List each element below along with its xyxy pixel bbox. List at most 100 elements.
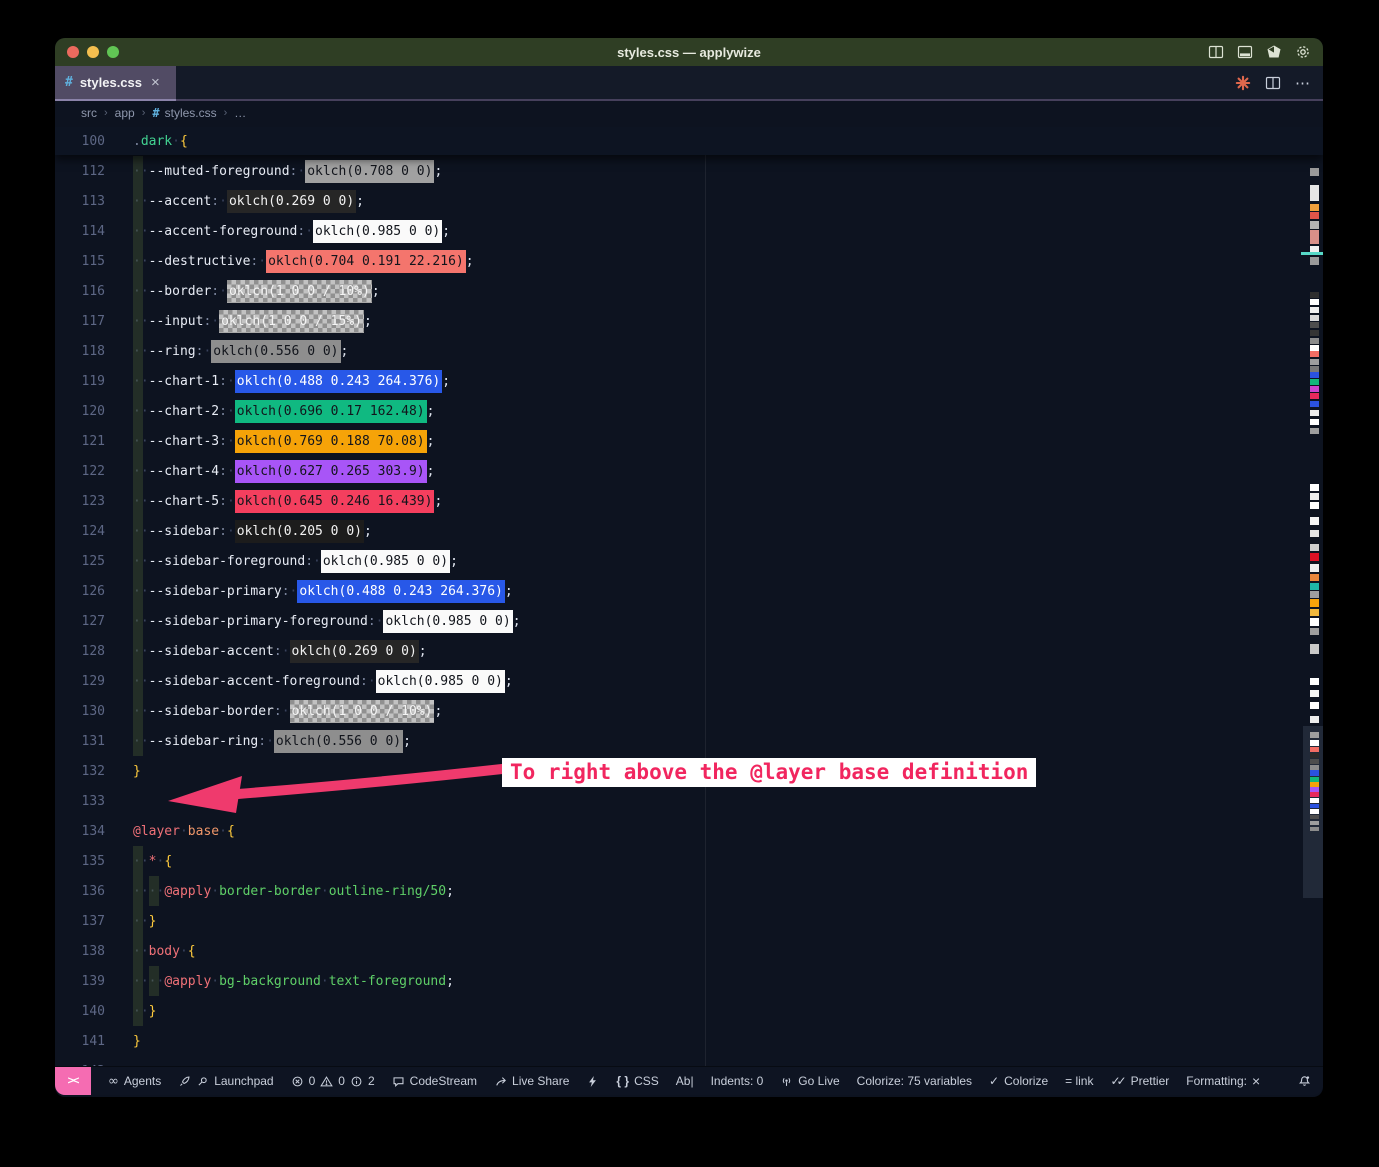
line-number[interactable]: 123 — [55, 494, 105, 509]
line-number[interactable]: 114 — [55, 224, 105, 239]
remote-indicator[interactable]: >< — [55, 1067, 91, 1095]
line-number[interactable]: 127 — [55, 614, 105, 629]
code-line[interactable]: 119··--chart-1:·oklch(0.488 0.243 264.37… — [55, 366, 1323, 396]
status-item-formatting[interactable]: Formatting:× — [1186, 1073, 1260, 1089]
line-number[interactable]: 136 — [55, 884, 105, 899]
color-decoration-chip[interactable]: oklch(0.556 0 0) — [211, 340, 340, 363]
status-item-notifications[interactable] — [1298, 1075, 1311, 1088]
status-item-console-ninja[interactable] — [586, 1075, 599, 1088]
line-number[interactable]: 118 — [55, 344, 105, 359]
code-line[interactable]: 137··} — [55, 906, 1323, 936]
line-number[interactable]: 130 — [55, 704, 105, 719]
line-number[interactable]: 120 — [55, 404, 105, 419]
code-line[interactable]: 116··--border:·oklch(1 0 0 / 10%); — [55, 276, 1323, 306]
status-item-go-live[interactable]: Go Live — [780, 1074, 839, 1088]
breadcrumb-item[interactable]: app — [115, 106, 135, 120]
gear-icon[interactable] — [1295, 44, 1311, 60]
line-number[interactable]: 124 — [55, 524, 105, 539]
color-decoration-chip[interactable]: oklch(0.488 0.243 264.376) — [297, 580, 505, 603]
line-number[interactable]: 122 — [55, 464, 105, 479]
color-decoration-chip[interactable]: oklch(0.985 0 0) — [313, 220, 442, 243]
line-number[interactable]: 132 — [55, 764, 105, 779]
code-line[interactable]: 127··--sidebar-primary-foreground:·oklch… — [55, 606, 1323, 636]
line-number[interactable]: 141 — [55, 1034, 105, 1049]
code-line[interactable]: 142 — [55, 1056, 1323, 1066]
line-number[interactable]: 117 — [55, 314, 105, 329]
code-line[interactable]: 129··--sidebar-accent-foreground:·oklch(… — [55, 666, 1323, 696]
color-decoration-chip[interactable]: oklch(0.627 0.265 303.9) — [235, 460, 427, 483]
code-line[interactable]: 126··--sidebar-primary:·oklch(0.488 0.24… — [55, 576, 1323, 606]
code-line[interactable]: 139····@apply·bg-background·text-foregro… — [55, 966, 1323, 996]
code-line[interactable]: 124··--sidebar:·oklch(0.205 0 0); — [55, 516, 1323, 546]
line-number[interactable]: 134 — [55, 824, 105, 839]
color-decoration-chip[interactable]: oklch(1 0 0 / 15%) — [219, 310, 364, 333]
status-item-agents[interactable]: ∞Agents — [108, 1074, 161, 1089]
split-editor-icon[interactable] — [1208, 44, 1224, 60]
status-item-colorize-toggle[interactable]: ✓Colorize — [989, 1074, 1048, 1088]
status-item-launchpad[interactable]: Launchpad — [178, 1074, 273, 1088]
color-decoration-chip[interactable]: oklch(0.269 0 0) — [227, 190, 356, 213]
code-line[interactable]: 138··body·{ — [55, 936, 1323, 966]
code-line[interactable]: 128··--sidebar-accent:·oklch(0.269 0 0); — [55, 636, 1323, 666]
line-number[interactable]: 125 — [55, 554, 105, 569]
sticky-scroll-line[interactable]: 100.dark·{ — [55, 127, 1323, 155]
code-line[interactable]: 136····@apply·border-border·outline-ring… — [55, 876, 1323, 906]
code-line[interactable]: 134@layer·base·{ — [55, 816, 1323, 846]
color-decoration-chip[interactable]: oklch(0.696 0.17 162.48) — [235, 400, 427, 423]
color-decoration-chip[interactable]: oklch(0.488 0.243 264.376) — [235, 370, 443, 393]
color-decoration-chip[interactable]: oklch(0.708 0 0) — [305, 160, 434, 183]
line-number[interactable]: 137 — [55, 914, 105, 929]
code-line[interactable]: 120··--chart-2:·oklch(0.696 0.17 162.48)… — [55, 396, 1323, 426]
line-number[interactable]: 135 — [55, 854, 105, 869]
status-item-accessibility[interactable]: Ab| — [676, 1074, 694, 1088]
breadcrumb-item[interactable]: #styles.css — [152, 106, 216, 120]
line-number[interactable]: 131 — [55, 734, 105, 749]
color-decoration-chip[interactable]: oklch(1 0 0 / 10%) — [290, 700, 435, 723]
line-number[interactable]: 121 — [55, 434, 105, 449]
code-line[interactable]: 117··--input:·oklch(1 0 0 / 15%); — [55, 306, 1323, 336]
color-decoration-chip[interactable]: oklch(0.645 0.246 16.439) — [235, 490, 435, 513]
code-line[interactable]: 140··} — [55, 996, 1323, 1026]
status-item-problems[interactable]: 002 — [291, 1074, 375, 1088]
line-number[interactable]: 140 — [55, 1004, 105, 1019]
starburst-icon[interactable] — [1235, 75, 1251, 91]
tab-styles-css[interactable]: # styles.css × — [55, 66, 176, 99]
line-number[interactable]: 133 — [55, 794, 105, 809]
code-line[interactable]: 135··*·{ — [55, 846, 1323, 876]
line-number[interactable]: 115 — [55, 254, 105, 269]
status-item-link-mode[interactable]: = link — [1065, 1074, 1093, 1088]
code-line[interactable]: 125··--sidebar-foreground:·oklch(0.985 0… — [55, 546, 1323, 576]
breadcrumb-item[interactable]: … — [234, 106, 246, 120]
code-line[interactable]: 122··--chart-4:·oklch(0.627 0.265 303.9)… — [55, 456, 1323, 486]
status-item-live-share[interactable]: Live Share — [494, 1074, 569, 1088]
code-line[interactable]: 141} — [55, 1026, 1323, 1056]
code-line[interactable]: 114··--accent-foreground:·oklch(0.985 0 … — [55, 216, 1323, 246]
panel-bottom-icon[interactable] — [1237, 44, 1253, 60]
code-line[interactable]: 113··--accent:·oklch(0.269 0 0); — [55, 186, 1323, 216]
color-decoration-chip[interactable]: oklch(0.205 0 0) — [235, 520, 364, 543]
color-decoration-chip[interactable]: oklch(0.556 0 0) — [274, 730, 403, 753]
status-item-language-mode[interactable]: { }CSS — [616, 1074, 658, 1088]
close-tab-icon[interactable]: × — [151, 74, 160, 91]
color-decoration-chip[interactable]: oklch(0.985 0 0) — [321, 550, 450, 573]
breadcrumb-item[interactable]: src — [81, 106, 97, 120]
code-line[interactable]: 118··--ring:·oklch(0.556 0 0); — [55, 336, 1323, 366]
more-actions-icon[interactable]: ⋯ — [1295, 74, 1311, 92]
color-decoration-chip[interactable]: oklch(0.769 0.188 70.08) — [235, 430, 427, 453]
color-decoration-chip[interactable]: oklch(0.269 0 0) — [290, 640, 419, 663]
color-decoration-chip[interactable]: oklch(0.704 0.191 22.216) — [266, 250, 466, 273]
status-item-codestream[interactable]: CodeStream — [392, 1074, 477, 1088]
line-number[interactable]: 112 — [55, 164, 105, 179]
line-number[interactable]: 113 — [55, 194, 105, 209]
line-number[interactable]: 129 — [55, 674, 105, 689]
line-number[interactable]: 126 — [55, 584, 105, 599]
status-item-indents[interactable]: Indents: 0 — [711, 1074, 764, 1088]
line-number[interactable]: 138 — [55, 944, 105, 959]
code-line[interactable]: 123··--chart-5:·oklch(0.645 0.246 16.439… — [55, 486, 1323, 516]
code-line[interactable]: 115··--destructive:·oklch(0.704 0.191 22… — [55, 246, 1323, 276]
line-number[interactable]: 116 — [55, 284, 105, 299]
cube-icon[interactable] — [1266, 44, 1282, 60]
color-decoration-chip[interactable]: oklch(0.985 0 0) — [376, 670, 505, 693]
code-line[interactable]: 112··--muted-foreground:·oklch(0.708 0 0… — [55, 156, 1323, 186]
line-number[interactable]: 100 — [55, 134, 105, 149]
